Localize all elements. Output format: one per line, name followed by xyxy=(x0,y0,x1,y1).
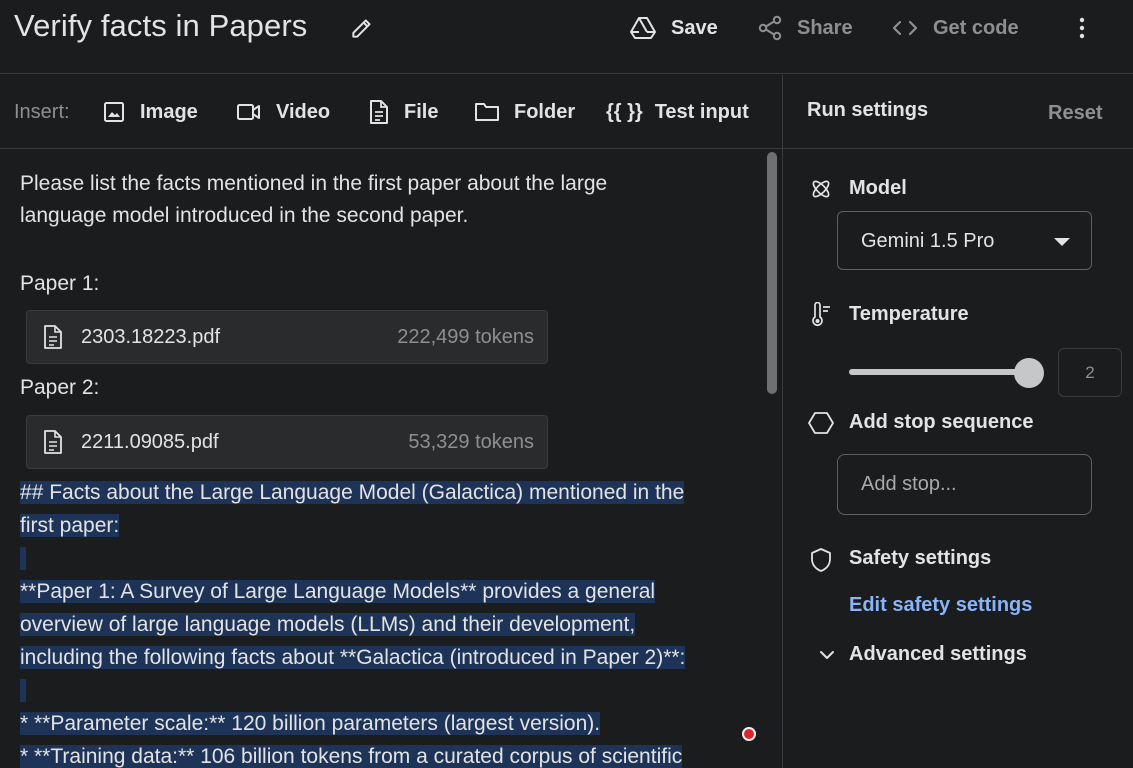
response-line: **Paper 1: A Survey of Large Language Mo… xyxy=(20,576,656,608)
response-line: * **Training data:** 106 billion tokens … xyxy=(20,741,683,768)
instruction-line: Please list the facts mentioned in the f… xyxy=(20,172,608,195)
response-text: * **Parameter scale:** 120 billion param… xyxy=(20,712,601,735)
file-tokens: 222,499 tokens xyxy=(397,326,534,348)
response-line: * **Parameter scale:** 120 billion param… xyxy=(20,708,601,740)
response-text: including the following facts about **Ga… xyxy=(20,646,686,669)
temperature-slider[interactable] xyxy=(849,369,1029,375)
file-chip-paper1[interactable]: 2303.18223.pdf 222,499 tokens xyxy=(26,310,548,364)
share-label: Share xyxy=(797,16,853,39)
share-icon xyxy=(758,15,782,41)
stop-sequence-input[interactable] xyxy=(837,454,1092,515)
chevron-down-icon xyxy=(820,650,834,659)
safety-settings-label: Safety settings xyxy=(849,547,992,569)
get-code-button[interactable]: Get code xyxy=(891,12,1019,44)
model-select-value: Gemini 1.5 Pro xyxy=(861,230,995,252)
more-options-button[interactable] xyxy=(1068,14,1096,42)
file-tokens: 53,329 tokens xyxy=(408,431,534,453)
edit-safety-settings-link[interactable]: Edit safety settings xyxy=(849,594,1032,617)
reset-button[interactable]: Reset xyxy=(1048,102,1102,125)
document-icon xyxy=(44,325,62,349)
video-icon xyxy=(237,104,260,120)
insert-file-button[interactable]: File xyxy=(368,97,438,127)
file-chip-paper2[interactable]: 2211.09085.pdf 53,329 tokens xyxy=(26,415,548,469)
save-button[interactable]: Save xyxy=(629,12,718,44)
response-blank-line xyxy=(20,543,26,575)
response-line: first paper: xyxy=(20,510,120,542)
response-line: ## Facts about the Large Language Model … xyxy=(20,477,685,509)
dropdown-caret-icon xyxy=(1054,238,1070,246)
save-label: Save xyxy=(671,16,718,39)
video-label: Video xyxy=(276,100,331,123)
insert-test-input-button[interactable]: {{ }} Test input xyxy=(606,97,749,127)
temperature-slider-fill xyxy=(849,369,1029,375)
prompt-scrollbar[interactable] xyxy=(767,152,777,394)
image-label: Image xyxy=(140,100,198,123)
document-icon xyxy=(44,430,62,454)
code-icon xyxy=(892,20,918,36)
model-select[interactable]: Gemini 1.5 Pro xyxy=(837,211,1092,270)
insert-folder-button[interactable]: Folder xyxy=(474,97,575,127)
hexagon-icon xyxy=(808,412,834,434)
share-button[interactable]: Share xyxy=(757,12,853,44)
insert-toolbar: Insert: Image Video File Folder {{ }} Te… xyxy=(0,75,782,149)
run-settings-title: Run settings xyxy=(807,99,929,121)
response-text: **Paper 1: A Survey of Large Language Mo… xyxy=(20,580,656,603)
temperature-slider-thumb[interactable] xyxy=(1014,358,1044,388)
temperature-label: Temperature xyxy=(849,303,969,325)
prompt-editor[interactable]: Please list the facts mentioned in the f… xyxy=(20,150,765,768)
insert-label: Insert: xyxy=(14,101,70,123)
get-code-label: Get code xyxy=(933,16,1019,39)
response-text: ## Facts about the Large Language Model … xyxy=(20,481,685,504)
thermometer-icon xyxy=(812,302,830,327)
file-label: File xyxy=(404,100,439,123)
test-input-label: Test input xyxy=(654,100,749,123)
prompt-title: Verify facts in Papers xyxy=(14,8,308,43)
folder-label: Folder xyxy=(514,100,576,123)
drive-icon xyxy=(630,17,656,39)
prompt-instruction: Please list the facts mentioned in the f… xyxy=(20,168,740,232)
temperature-value-field[interactable]: 2 xyxy=(1058,348,1122,397)
braces-icon: {{ }} xyxy=(606,100,643,123)
file-name: 2211.09085.pdf xyxy=(81,431,219,453)
response-text: * **Training data:** 106 billion tokens … xyxy=(20,745,683,768)
insert-image-button[interactable]: Image xyxy=(102,97,198,127)
response-line: including the following facts about **Ga… xyxy=(20,642,686,674)
response-line: overview of large language models (LLMs)… xyxy=(20,609,636,641)
instruction-line: language model introduced in the second … xyxy=(20,204,469,227)
stop-sequence-label: Add stop sequence xyxy=(849,411,1034,433)
response-blank-line xyxy=(20,675,26,707)
paper2-label: Paper 2: xyxy=(20,376,100,399)
run-settings-header: Run settings Reset xyxy=(783,75,1133,149)
recording-indicator xyxy=(742,727,756,741)
model-icon xyxy=(812,180,830,198)
paper1-label: Paper 1: xyxy=(20,272,100,295)
response-text: first paper: xyxy=(20,514,120,537)
insert-video-button[interactable]: Video xyxy=(236,97,330,127)
image-icon xyxy=(104,102,124,122)
response-text: overview of large language models (LLMs)… xyxy=(20,613,636,636)
model-label: Model xyxy=(849,177,907,199)
app-header: Verify facts in Papers Save Share Get co… xyxy=(0,0,1133,74)
advanced-settings-toggle[interactable]: Advanced settings xyxy=(818,643,1027,666)
panel-divider xyxy=(782,75,783,768)
file-icon xyxy=(370,100,388,124)
advanced-settings-label: Advanced settings xyxy=(849,643,1027,665)
folder-icon xyxy=(475,103,499,121)
more-vert-icon xyxy=(1079,17,1085,39)
pencil-icon[interactable] xyxy=(349,15,375,41)
file-name: 2303.18223.pdf xyxy=(81,326,221,348)
shield-icon xyxy=(811,548,831,572)
